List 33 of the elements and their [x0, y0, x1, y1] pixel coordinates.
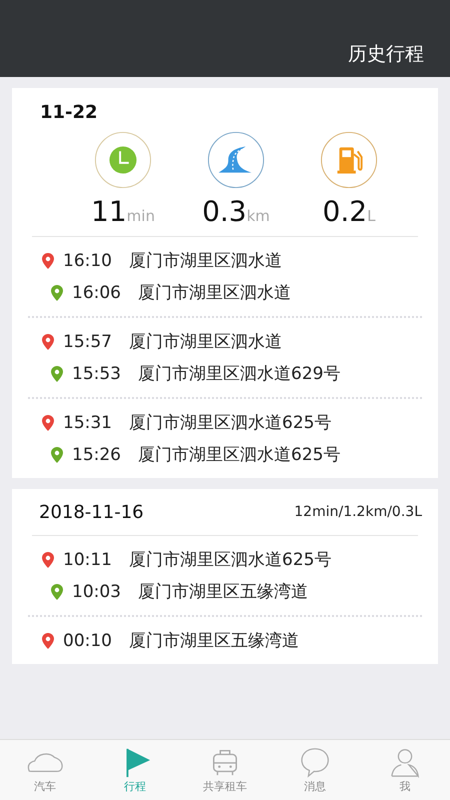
page-title: 历史行程: [348, 42, 424, 67]
trip-time: 15:26: [72, 444, 122, 464]
day-date: 2018-11-16: [39, 502, 144, 522]
day-totals: 12min/1.2km/0.3L: [294, 504, 422, 520]
trip-address: 厦门市湖里区泗水道625号: [138, 444, 340, 466]
stat-reading: 0.3 km: [202, 195, 270, 228]
trip-address: 厦门市湖里区泗水道629号: [138, 363, 340, 385]
stat-reading: 11 min: [91, 195, 155, 228]
clock-icon: [94, 131, 152, 189]
trip-time: 10:03: [72, 582, 122, 602]
fuel-pump-icon: [320, 131, 378, 189]
trip-item[interactable]: 15:31 厦门市湖里区泗水道625号 15:26 厦门市湖里区泗水道625号: [28, 399, 422, 478]
trip-address: 厦门市湖里区泗水道625号: [129, 549, 332, 571]
trip-address: 厦门市湖里区五缘湾道: [129, 630, 299, 652]
trip-time: 15:57: [63, 332, 113, 352]
trip-time: 10:11: [63, 550, 113, 570]
trip-item[interactable]: 16:10 厦门市湖里区泗水道 16:06 厦门市湖里区泗水道: [28, 237, 422, 316]
trip-address: 厦门市湖里区五缘湾道: [138, 581, 308, 603]
trip-item[interactable]: 10:11 厦门市湖里区泗水道625号 10:03 厦门市湖里区五缘湾道: [28, 536, 422, 615]
trip-item[interactable]: 15:57 厦门市湖里区泗水道 15:53 厦门市湖里区泗水道629号: [28, 318, 422, 397]
trip-address: 厦门市湖里区泗水道625号: [129, 412, 332, 434]
trip-item[interactable]: 00:10 厦门市湖里区五缘湾道: [28, 617, 422, 664]
trip-address: 厦门市湖里区泗水道: [129, 250, 282, 272]
day-date: 11-22: [39, 101, 99, 123]
trip-time: 00:10: [63, 630, 113, 650]
trip-time: 15:31: [63, 412, 113, 432]
trip-time: 16:06: [72, 282, 122, 302]
trip-time: 16:10: [63, 250, 113, 270]
trip-address: 厦门市湖里区泗水道: [129, 331, 282, 353]
trip-time: 15:53: [72, 364, 122, 384]
stat-reading: 0.2 L: [322, 195, 376, 228]
trip-address: 厦门市湖里区泗水道: [138, 282, 291, 304]
road-icon: [207, 131, 265, 189]
